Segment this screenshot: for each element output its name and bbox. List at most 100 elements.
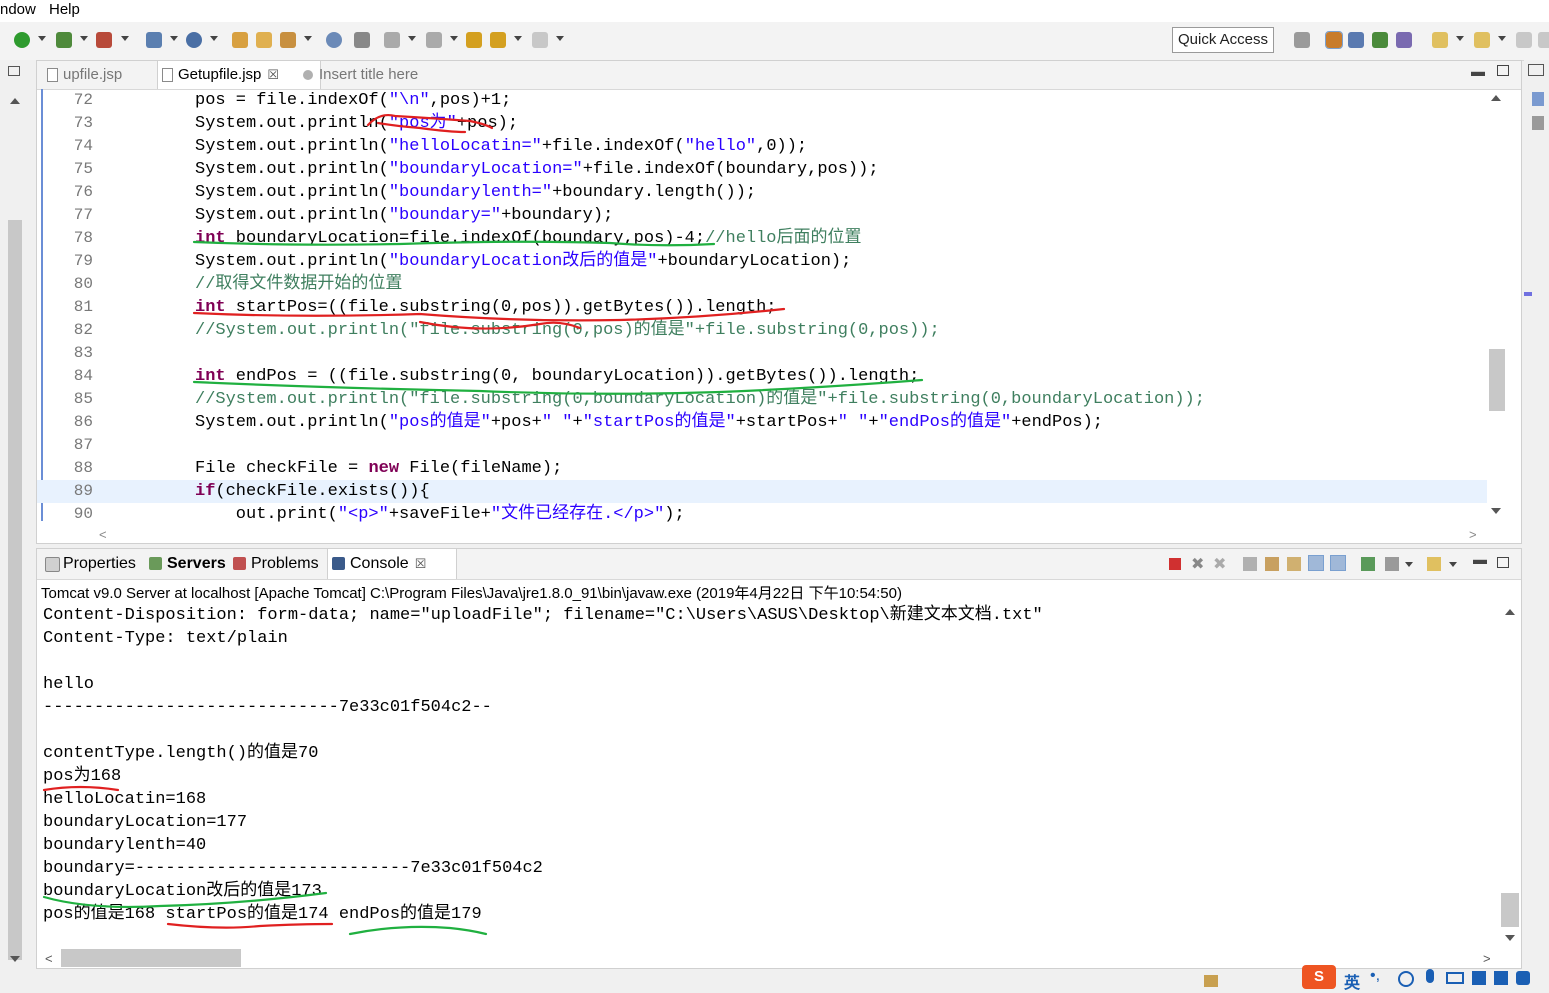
chevron-down-icon[interactable]	[556, 36, 564, 41]
minimize-icon[interactable]	[1516, 32, 1532, 48]
show-on-output-icon[interactable]	[1308, 555, 1324, 571]
menu-window[interactable]: ndow	[0, 1, 36, 18]
chevron-down-icon[interactable]	[514, 36, 522, 41]
menu-icon[interactable]	[1516, 971, 1530, 985]
chevron-down-icon[interactable]	[450, 36, 458, 41]
console-output[interactable]: Content-Disposition: form-data; name="up…	[43, 604, 1493, 944]
globe-icon[interactable]	[186, 32, 202, 48]
new-view-icon[interactable]	[1474, 32, 1490, 48]
maximize-view-icon[interactable]	[1497, 557, 1509, 568]
chevron-down-icon[interactable]	[170, 36, 178, 41]
console-vscroll-thumb[interactable]	[1501, 893, 1519, 927]
code-text: pos = file.indexOf("\n",pos)+1;	[195, 91, 512, 110]
coverage-icon[interactable]	[96, 32, 112, 48]
maximize-view-icon[interactable]	[1497, 65, 1509, 76]
remove-all-icon[interactable]: ✖	[1213, 554, 1226, 574]
open-folder-icon[interactable]	[232, 32, 248, 48]
microphone-icon[interactable]	[1426, 969, 1434, 983]
punctuation-icon[interactable]: •,	[1370, 967, 1380, 985]
terminate-icon[interactable]	[1169, 558, 1181, 570]
display-console-icon[interactable]	[1385, 557, 1399, 571]
emoji-icon[interactable]	[1398, 971, 1414, 987]
show-on-error-icon[interactable]	[1330, 555, 1346, 571]
tab-servers[interactable]: Servers	[145, 549, 226, 579]
scroll-up-icon[interactable]	[1505, 609, 1515, 615]
next-annotation-icon[interactable]	[384, 32, 400, 48]
task-list-icon[interactable]	[1532, 116, 1544, 130]
minimize-view-icon[interactable]: ▬	[1471, 63, 1485, 79]
tab-insert-title[interactable]: Insert title here	[299, 61, 418, 89]
scroll-right-icon[interactable]: >	[1469, 527, 1477, 542]
minimize-view-icon[interactable]: ▬	[1473, 551, 1487, 567]
code-editor[interactable]: 72 pos = file.indexOf("\n",pos)+1; 73 Syst…	[37, 89, 1487, 524]
open-perspective-icon[interactable]	[1294, 32, 1310, 48]
menu-help[interactable]: Help	[49, 1, 80, 18]
restore-icon[interactable]	[8, 66, 20, 76]
last-edit-icon[interactable]	[466, 32, 482, 48]
scroll-down-icon[interactable]	[1491, 508, 1501, 514]
search-icon[interactable]	[354, 32, 370, 48]
debug-perspective-icon[interactable]	[1372, 32, 1388, 48]
chevron-down-icon[interactable]	[408, 36, 416, 41]
open-console-icon[interactable]	[1427, 557, 1441, 571]
team-perspective-icon[interactable]	[1396, 32, 1412, 48]
scroll-up-icon[interactable]	[1491, 95, 1501, 101]
chevron-down-icon[interactable]	[121, 36, 129, 41]
scroll-down-icon[interactable]	[10, 956, 20, 962]
close-icon[interactable]: ☒	[267, 67, 279, 82]
chevron-down-icon[interactable]	[38, 36, 46, 41]
outline-icon[interactable]	[1532, 92, 1544, 106]
maximize-icon[interactable]	[1538, 32, 1549, 48]
code-line: 72 pos = file.indexOf("\n",pos)+1;	[73, 91, 512, 110]
word-wrap-icon[interactable]	[1287, 557, 1301, 571]
pin-console-icon[interactable]	[1361, 557, 1375, 571]
code-line: 73 System.out.println("pos为"+pos);	[73, 114, 519, 133]
open-file-icon[interactable]	[256, 32, 272, 48]
clear-console-icon[interactable]	[1243, 557, 1257, 571]
chevron-down-icon[interactable]	[210, 36, 218, 41]
scroll-left-icon[interactable]: <	[99, 527, 107, 542]
chevron-down-icon[interactable]	[1456, 36, 1464, 41]
scroll-right-icon[interactable]: >	[1483, 951, 1491, 966]
scroll-lock-icon[interactable]	[1265, 557, 1279, 571]
tab-console[interactable]: Console ☒	[327, 549, 457, 579]
chevron-down-icon[interactable]	[1449, 562, 1457, 567]
ime-language[interactable]: 英	[1344, 969, 1360, 993]
skin-icon[interactable]	[1472, 971, 1486, 985]
left-scrollbar[interactable]	[8, 220, 22, 960]
previous-annotation-icon[interactable]	[426, 32, 442, 48]
tab-properties[interactable]: Properties	[41, 549, 136, 579]
keyboard-icon[interactable]	[1446, 972, 1464, 984]
new-window-icon[interactable]	[1432, 32, 1448, 48]
scroll-up-icon[interactable]	[10, 98, 20, 104]
tab-getupfile[interactable]: Getupfile.jsp ☒	[157, 61, 321, 89]
overview-marker	[1524, 292, 1532, 296]
code-text: System.out.println("boundarylenth="+boun…	[195, 183, 757, 202]
tab-upfile[interactable]: upfile.jsp	[43, 61, 122, 89]
chevron-down-icon[interactable]	[1405, 562, 1413, 567]
scroll-left-icon[interactable]: <	[45, 951, 53, 966]
sogou-logo-icon[interactable]: S	[1302, 965, 1336, 989]
console-hscroll-thumb[interactable]	[61, 949, 241, 967]
close-icon[interactable]: ☒	[415, 556, 427, 571]
java-ee-perspective-icon[interactable]	[1325, 31, 1343, 49]
run-icon[interactable]	[14, 32, 30, 48]
run-external-icon[interactable]	[56, 32, 72, 48]
tab-problems[interactable]: Problems	[229, 549, 319, 579]
chevron-down-icon[interactable]	[1498, 36, 1506, 41]
java-perspective-icon[interactable]	[1348, 32, 1364, 48]
quick-access-input[interactable]: Quick Access	[1172, 27, 1274, 53]
console-line: pos的值是168 startPos的值是174 endPos的值是179	[43, 905, 482, 924]
edit-icon[interactable]	[280, 32, 296, 48]
forward-icon[interactable]	[532, 32, 548, 48]
restore-icon[interactable]	[1528, 64, 1544, 76]
chevron-down-icon[interactable]	[80, 36, 88, 41]
remove-launch-icon[interactable]: ✖	[1191, 554, 1204, 574]
web-browser-icon[interactable]	[326, 32, 342, 48]
back-icon[interactable]	[490, 32, 506, 48]
scroll-down-icon[interactable]	[1505, 935, 1515, 941]
editor-vscroll-thumb[interactable]	[1489, 349, 1505, 411]
chevron-down-icon[interactable]	[304, 36, 312, 41]
new-server-icon[interactable]	[146, 32, 162, 48]
toolbox-icon[interactable]	[1494, 971, 1508, 985]
